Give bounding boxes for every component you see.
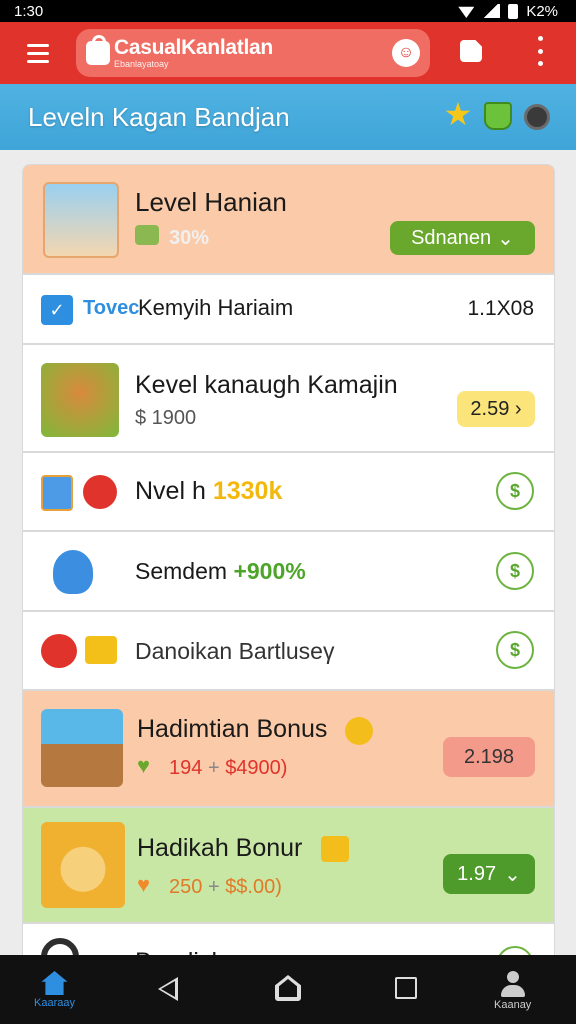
dropdown-label: Sdnanen: [411, 226, 492, 249]
bottom-nav-bar: Kaaraay Kaanay: [0, 955, 576, 1024]
row-title: Level Hanian: [135, 187, 287, 217]
search-bar[interactable]: CasualKanlatlan Ebanlayatoay ☺: [76, 29, 430, 77]
list-item-basket[interactable]: Kevel kanaugh Kamajin $ 1900 2.59 ›: [22, 344, 555, 452]
trophy-icon[interactable]: [484, 102, 512, 130]
character-thumbnail: [41, 822, 125, 908]
list-item-reward[interactable]: Nvel h 1330k $: [22, 452, 555, 531]
price-badge[interactable]: 2.198: [443, 737, 535, 777]
search-title: CasualKanlatlan: [114, 36, 273, 59]
profile-icon: [500, 971, 525, 997]
home-button-icon: [275, 975, 301, 1001]
list-item-bonus-green[interactable]: Hadikah Bonur ♥ 250 + $$.00) 1.97 ⌄: [22, 807, 555, 923]
nav-profile[interactable]: Kaanay: [494, 971, 531, 1011]
price-dropdown[interactable]: 1.97 ⌄: [443, 854, 535, 894]
nav-recents[interactable]: [395, 977, 417, 999]
timer-icon[interactable]: [524, 104, 550, 130]
crate-thumbnail: [41, 709, 123, 787]
heart-icon: ♥: [137, 753, 151, 778]
row-title: Hadimtian Bonus: [137, 715, 328, 743]
basket-thumbnail: [41, 363, 119, 437]
row-subtitle: 250 + $$.00): [169, 876, 282, 898]
price-badge[interactable]: 2.59 ›: [457, 391, 535, 427]
badge-icon: [83, 475, 117, 509]
list-item-summary[interactable]: ✓ Tovec Kemyih Hariaim 1.1X08: [22, 274, 555, 344]
mascot-icon: [53, 550, 93, 594]
gift-icon: [135, 225, 159, 245]
bird-icon: [41, 634, 77, 668]
row-title: Nvel h 1330k: [135, 477, 283, 505]
level-header: Leveln Kagan Bandjan ★: [0, 84, 576, 150]
menu-icon[interactable]: [0, 22, 76, 84]
app-bar: CasualKanlatlan Ebanlayatoay ☺: [0, 22, 576, 84]
row-title: Hadikah Bonur: [137, 834, 303, 862]
wifi-icon: [458, 6, 475, 18]
chevron-down-icon: ⌄: [504, 863, 521, 886]
row-subtitle: $ 1900: [135, 407, 197, 429]
dollar-button[interactable]: $: [496, 552, 534, 590]
brand-label: Tovec: [83, 297, 140, 319]
nav-home[interactable]: Kaaraay: [34, 971, 75, 1009]
star-icon[interactable]: ★: [442, 98, 474, 130]
nav-home-system[interactable]: [275, 975, 301, 1001]
row-title: Kevel kanaugh Kamajin: [135, 371, 398, 399]
shopping-bag-icon: [86, 35, 110, 65]
search-subtitle: Ebanlayatoay: [114, 59, 169, 69]
calendar-icon: [41, 475, 73, 511]
row-value: 1.1X08: [467, 297, 534, 320]
list-item-growth[interactable]: Semdem +900% $: [22, 531, 555, 611]
gem-icon: [321, 836, 349, 862]
coin-icon: [345, 717, 373, 745]
battery-icon: [508, 3, 519, 19]
list-item-bartluse[interactable]: Danoikan Bartluseγ $: [22, 611, 555, 690]
nav-profile-label: Kaanay: [494, 999, 532, 1011]
document-icon[interactable]: [460, 40, 482, 62]
recents-icon: [395, 977, 417, 999]
row-percent: 30%: [169, 227, 210, 249]
status-time: 1:30: [14, 2, 44, 20]
chevron-down-icon: ⌄: [497, 227, 514, 250]
dollar-button[interactable]: $: [496, 631, 534, 669]
nav-back[interactable]: [158, 977, 178, 1001]
row-subtitle: 194 + $4900): [169, 757, 288, 779]
chat-icon[interactable]: ☺: [392, 39, 420, 67]
list-item-bonus[interactable]: Hadimtian Bonus ♥ 194 + $4900) 2.198: [22, 690, 555, 807]
list-item-level[interactable]: Level Hanian 30% Sdnanen ⌄: [22, 164, 555, 274]
row-title: Kemyih Hariaim: [138, 295, 294, 320]
family-thumbnail: [43, 182, 119, 258]
ticket-icon: [85, 636, 117, 664]
signal-icon: [482, 4, 501, 18]
home-icon: [41, 971, 68, 995]
row-title: Semdem +900%: [135, 558, 306, 584]
more-options-icon[interactable]: [530, 36, 550, 66]
check-icon: ✓: [41, 295, 73, 325]
row-title: Danoikan Bartluseγ: [135, 638, 335, 664]
status-dropdown[interactable]: Sdnanen ⌄: [390, 221, 535, 255]
heart-icon: ♥: [137, 872, 151, 897]
dollar-button[interactable]: $: [496, 472, 534, 510]
battery-text: K2%: [526, 2, 558, 20]
level-header-title: Leveln Kagan Bandjan: [28, 101, 290, 132]
back-icon: [158, 977, 178, 1001]
status-bar: 1:30 K2%: [0, 0, 576, 22]
nav-home-label: Kaaraay: [34, 997, 75, 1009]
